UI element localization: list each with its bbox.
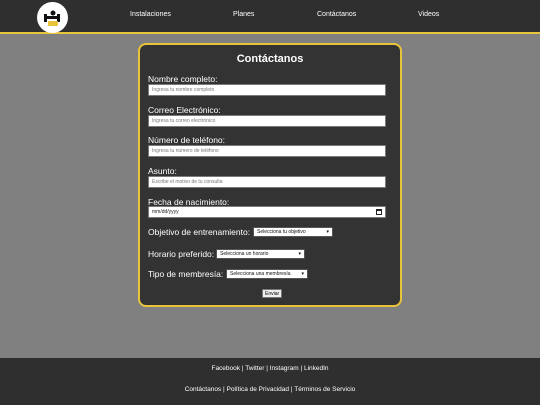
logo[interactable] xyxy=(37,2,68,33)
goal-select[interactable]: Selecciona tu objetivo ▾ xyxy=(253,227,333,237)
phone-input[interactable]: Ingresa tu número de teléfono xyxy=(148,145,386,157)
chevron-down-icon: ▾ xyxy=(326,229,329,235)
calendar-icon[interactable] xyxy=(376,209,382,215)
schedule-selected-value: Selecciona un horario xyxy=(220,251,269,257)
chevron-down-icon: ▾ xyxy=(301,271,304,277)
schedule-select[interactable]: Selecciona un horario ▾ xyxy=(216,249,305,259)
linkedin-link[interactable]: LinkedIn xyxy=(304,365,329,372)
nav-videos[interactable]: Videos xyxy=(418,11,439,18)
submit-button[interactable]: Enviar xyxy=(262,289,283,298)
goal-label: Objetivo de entrenamiento: xyxy=(148,227,251,237)
privacy-policy-link[interactable]: Política de Privacidad xyxy=(227,386,290,393)
phone-label: Número de teléfono: xyxy=(148,135,226,145)
separator: | xyxy=(300,365,303,372)
footer-contact-link[interactable]: Contáctanos xyxy=(185,386,222,393)
membership-select[interactable]: Selecciona una membresía ▾ xyxy=(226,269,308,279)
twitter-link[interactable]: Twitter xyxy=(245,365,264,372)
gym-logo-icon xyxy=(43,10,60,26)
separator: | xyxy=(290,386,293,393)
goal-selected-value: Selecciona tu objetivo xyxy=(257,229,306,235)
separator: | xyxy=(241,365,244,372)
name-input[interactable]: Ingresa tu nombre completo xyxy=(148,84,386,96)
site-footer: Facebook | Twitter | Instagram | LinkedI… xyxy=(0,358,540,405)
nav-instalaciones[interactable]: Instalaciones xyxy=(130,11,171,18)
email-input[interactable]: Ingresa tu correo electrónico xyxy=(148,115,386,127)
form-title: Contáctanos xyxy=(236,53,304,65)
social-links: Facebook | Twitter | Instagram | LinkedI… xyxy=(0,365,540,372)
chevron-down-icon: ▾ xyxy=(298,251,301,257)
email-label: Correo Electrónico: xyxy=(148,105,221,115)
terms-of-service-link[interactable]: Términos de Servicio xyxy=(294,386,355,393)
nav-planes[interactable]: Planes xyxy=(233,11,254,18)
site-header: Instalaciones Planes Contáctanos Videos xyxy=(0,0,540,34)
contact-form: Contáctanos Nombre completo: Ingresa tu … xyxy=(138,43,402,307)
name-label: Nombre completo: xyxy=(148,74,218,84)
instagram-link[interactable]: Instagram xyxy=(270,365,299,372)
birthdate-input[interactable]: mm/dd/yyyy xyxy=(148,206,386,218)
separator: | xyxy=(223,386,225,393)
separator: | xyxy=(266,365,268,372)
membership-label: Tipo de membresía: xyxy=(148,269,224,279)
nav-contactanos[interactable]: Contáctanos xyxy=(317,11,356,18)
subject-input[interactable]: Escribe el motivo de tu consulta xyxy=(148,176,386,188)
birthdate-value: mm/dd/yyyy xyxy=(152,209,179,215)
facebook-link[interactable]: Facebook xyxy=(211,365,240,372)
subject-label: Asunto: xyxy=(148,166,177,176)
legal-links: Contáctanos | Política de Privacidad | T… xyxy=(0,386,540,393)
membership-selected-value: Selecciona una membresía xyxy=(230,271,291,277)
schedule-label: Horario preferido: xyxy=(148,249,215,259)
